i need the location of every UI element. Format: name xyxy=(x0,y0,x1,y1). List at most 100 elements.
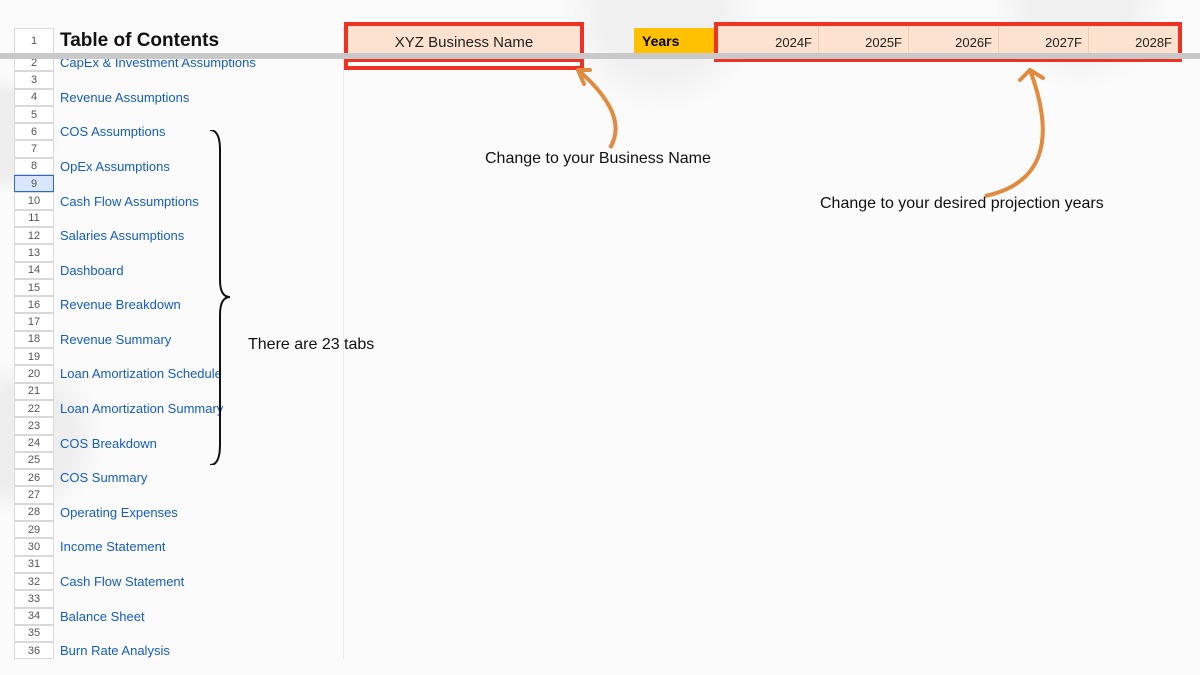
row-number[interactable]: 4 xyxy=(14,89,54,106)
toc-cell xyxy=(54,486,344,503)
brace-icon xyxy=(208,130,230,465)
row-number[interactable]: 1 xyxy=(14,28,54,54)
toc-link[interactable]: Loan Amortization Schedule xyxy=(60,366,222,381)
toc-link[interactable]: COS Breakdown xyxy=(60,436,157,451)
arrow-icon xyxy=(560,60,640,150)
row-number[interactable]: 22 xyxy=(14,400,54,417)
row-number[interactable]: 17 xyxy=(14,313,54,330)
toc-link[interactable]: Operating Expenses xyxy=(60,505,178,520)
toc-cell xyxy=(54,106,344,123)
table-row: 29 xyxy=(14,521,1200,538)
row-number[interactable]: 23 xyxy=(14,417,54,434)
toc-cell: Balance Sheet xyxy=(54,608,344,625)
years-label: Years xyxy=(634,28,714,54)
toc-link[interactable]: Income Statement xyxy=(60,539,166,554)
toc-link[interactable]: Revenue Summary xyxy=(60,332,171,347)
toc-link[interactable]: COS Assumptions xyxy=(60,124,166,139)
row-number[interactable]: 35 xyxy=(14,625,54,642)
toc-cell xyxy=(54,590,344,607)
toc-cell: Cash Flow Assumptions xyxy=(54,192,344,209)
row-number[interactable]: 14 xyxy=(14,262,54,279)
toc-cell xyxy=(54,140,344,157)
toc-cell: Cash Flow Statement xyxy=(54,573,344,590)
toc-link[interactable]: Dashboard xyxy=(60,263,124,278)
row-number[interactable]: 6 xyxy=(14,123,54,140)
toc-cell: Salaries Assumptions xyxy=(54,227,344,244)
toc-link[interactable]: Burn Rate Analysis xyxy=(60,643,170,658)
toc-cell xyxy=(54,417,344,434)
toc-cell xyxy=(54,313,344,330)
toc-cell: COS Summary xyxy=(54,469,344,486)
row-number[interactable]: 16 xyxy=(14,296,54,313)
toc-cell: Revenue Breakdown xyxy=(54,296,344,313)
row-number[interactable]: 30 xyxy=(14,538,54,555)
toc-cell xyxy=(54,71,344,88)
table-row: 13 xyxy=(14,244,1200,261)
table-row: 36 Burn Rate Analysis xyxy=(14,642,1200,659)
spacer xyxy=(584,28,634,54)
toc-link[interactable]: Revenue Breakdown xyxy=(60,297,181,312)
table-row: 22 Loan Amortization Summary xyxy=(14,400,1200,417)
row-number[interactable]: 7 xyxy=(14,140,54,157)
row-number[interactable]: 27 xyxy=(14,486,54,503)
toc-link[interactable]: Revenue Assumptions xyxy=(60,90,189,105)
row-number[interactable]: 36 xyxy=(14,642,54,659)
page-title: Table of Contents xyxy=(54,28,344,54)
toc-link[interactable]: Loan Amortization Summary xyxy=(60,401,223,416)
row-number[interactable]: 31 xyxy=(14,556,54,573)
row-number[interactable]: 12 xyxy=(14,227,54,244)
toc-link[interactable]: Balance Sheet xyxy=(60,609,145,624)
toc-cell: Burn Rate Analysis xyxy=(54,642,344,659)
table-row: 28 Operating Expenses xyxy=(14,504,1200,521)
row-number[interactable]: 8 xyxy=(14,158,54,175)
row-number[interactable]: 25 xyxy=(14,452,54,469)
row-number[interactable]: 5 xyxy=(14,106,54,123)
table-row: 31 xyxy=(14,556,1200,573)
table-row: 15 xyxy=(14,279,1200,296)
row-number[interactable]: 28 xyxy=(14,504,54,521)
table-row: 33 xyxy=(14,590,1200,607)
row-number[interactable]: 9 xyxy=(14,175,54,192)
row-number[interactable]: 11 xyxy=(14,210,54,227)
toc-link[interactable]: OpEx Assumptions xyxy=(60,159,170,174)
annotation-tabs: There are 23 tabs xyxy=(248,336,374,354)
row-number[interactable]: 33 xyxy=(14,590,54,607)
row-number[interactable]: 32 xyxy=(14,573,54,590)
table-row: 14 Dashboard xyxy=(14,262,1200,279)
row-number[interactable]: 21 xyxy=(14,383,54,400)
row-number[interactable]: 19 xyxy=(14,348,54,365)
row-number[interactable]: 20 xyxy=(14,365,54,382)
table-row: 12 Salaries Assumptions xyxy=(14,227,1200,244)
toc-cell: OpEx Assumptions xyxy=(54,158,344,175)
row-number[interactable]: 24 xyxy=(14,435,54,452)
row-number[interactable]: 3 xyxy=(14,71,54,88)
row-number[interactable]: 34 xyxy=(14,608,54,625)
row-number[interactable]: 29 xyxy=(14,521,54,538)
row-number[interactable]: 13 xyxy=(14,244,54,261)
table-row: 21 xyxy=(14,383,1200,400)
table-row: 17 xyxy=(14,313,1200,330)
toc-link[interactable]: Cash Flow Assumptions xyxy=(60,194,199,209)
row-number[interactable]: 10 xyxy=(14,192,54,209)
toc-cell xyxy=(54,556,344,573)
row-number[interactable]: 15 xyxy=(14,279,54,296)
toc-cell xyxy=(54,625,344,642)
toc-cell: Revenue Assumptions xyxy=(54,89,344,106)
table-row: 30 Income Statement xyxy=(14,538,1200,555)
toc-cell xyxy=(54,521,344,538)
toc-cell xyxy=(54,452,344,469)
toc-cell: Operating Expenses xyxy=(54,504,344,521)
toc-cell xyxy=(54,244,344,261)
table-row: 19 xyxy=(14,348,1200,365)
toc-link[interactable]: Cash Flow Statement xyxy=(60,574,184,589)
toc-link[interactable]: COS Summary xyxy=(60,470,147,485)
toc-link[interactable]: Salaries Assumptions xyxy=(60,228,184,243)
row-number[interactable]: 26 xyxy=(14,469,54,486)
row-number[interactable]: 18 xyxy=(14,331,54,348)
toc-cell xyxy=(54,383,344,400)
table-row: 24 COS Breakdown xyxy=(14,435,1200,452)
toc-cell: Dashboard xyxy=(54,262,344,279)
toc-cell: Income Statement xyxy=(54,538,344,555)
table-row: 27 xyxy=(14,486,1200,503)
toc-cell: COS Assumptions xyxy=(54,123,344,140)
